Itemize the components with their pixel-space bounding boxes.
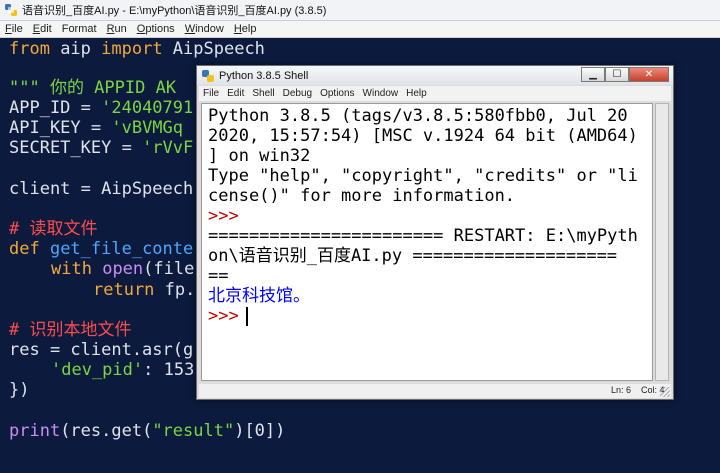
shell-prompt: >>> [208, 306, 239, 326]
shell-menu-file[interactable]: File [199, 88, 223, 99]
shell-menu-shell[interactable]: Shell [248, 88, 278, 99]
code-line: # 识别本地文件 [9, 320, 132, 340]
shell-menu-help[interactable]: Help [402, 88, 431, 99]
code-line: APP_ID = '24040791 [9, 98, 194, 118]
shell-menu-edit[interactable]: Edit [223, 88, 248, 99]
editor-menu-format[interactable]: Format [57, 23, 102, 35]
shell-line: Type "help", "copyright", "credits" or "… [208, 166, 638, 186]
shell-title: Python 3.8.5 Shell [219, 69, 309, 82]
editor-titlebar[interactable]: 语音识别_百度AI.py - E:\myPython\语音识别_百度AI.py … [0, 0, 720, 21]
close-button[interactable]: ✕ [629, 67, 669, 82]
editor-menu-options[interactable]: Options [132, 23, 180, 35]
code-line: res = client.asr(g [9, 340, 194, 360]
shell-output-area[interactable]: Python 3.8.5 (tags/v3.8.5:580fbb0, Jul 2… [201, 103, 653, 381]
shell-line: ======================= RESTART: E:\myPy… [208, 226, 638, 246]
code-line: def get_file_conte [9, 239, 194, 259]
shell-line: ] on win32 [208, 146, 311, 166]
maximize-button[interactable]: ☐ [605, 67, 629, 82]
shell-menu-window[interactable]: Window [359, 88, 403, 99]
editor-menu-help[interactable]: Help [229, 23, 262, 35]
shell-line: == [208, 266, 229, 286]
resize-grip-icon[interactable] [660, 387, 670, 397]
code-line: API_KEY = 'vBVMGq [9, 118, 184, 138]
code-line: # 读取文件 [9, 219, 98, 239]
shell-line: on\语音识别_百度AI.py ==================== [208, 246, 618, 266]
shell-window: Python 3.8.5 Shell ▁ ☐ ✕ File Edit Shell… [196, 65, 674, 400]
editor-menu-edit[interactable]: Edit [28, 23, 57, 35]
editor-menu-window[interactable]: Window [180, 23, 229, 35]
shell-line: 2020, 15:57:54) [MSC v.1924 64 bit (AMD6… [208, 126, 638, 146]
shell-scrollbar[interactable] [655, 103, 669, 381]
shell-prompt: >>> [208, 206, 239, 226]
editor-menubar: File Edit Format Run Options Window Help [0, 21, 720, 38]
shell-titlebar[interactable]: Python 3.8.5 Shell ▁ ☐ ✕ [197, 66, 673, 85]
text-cursor [246, 307, 248, 326]
python-file-icon [5, 4, 17, 16]
editor-title: 语音识别_百度AI.py - E:\myPython\语音识别_百度AI.py … [22, 5, 327, 17]
editor-menu-file[interactable]: File [0, 23, 28, 35]
shell-result: 北京科技馆。 [208, 286, 310, 306]
code-line: SECRET_KEY = 'rVvF [9, 138, 194, 158]
python-icon [202, 69, 214, 82]
shell-menu-debug[interactable]: Debug [279, 88, 316, 99]
code-line: }) [9, 380, 30, 400]
status-line: Ln: 6 [611, 385, 632, 395]
code-line: print(res.get("result")[0]) [9, 421, 286, 441]
editor-menu-run[interactable]: Run [102, 23, 132, 35]
shell-line: cense()" for more information. [208, 186, 516, 206]
shell-line: Python 3.8.5 (tags/v3.8.5:580fbb0, Jul 2… [208, 106, 628, 126]
code-line: client = AipSpeech [9, 179, 194, 199]
code-line: with open(file [51, 259, 195, 279]
shell-menu-options[interactable]: Options [316, 88, 358, 99]
minimize-button[interactable]: ▁ [581, 67, 605, 82]
code-line: from aip import AipSpeech [9, 39, 265, 59]
shell-statusbar: Ln: 6 Col: 4 [199, 384, 671, 398]
window-controls: ▁ ☐ ✕ [581, 67, 669, 82]
code-line: return fp. [93, 280, 196, 300]
code-line: """ 你的 APPID AK [9, 78, 177, 98]
code-line: 'dev_pid': 153 [51, 360, 195, 380]
shell-menubar: File Edit Shell Debug Options Window Hel… [199, 86, 671, 101]
